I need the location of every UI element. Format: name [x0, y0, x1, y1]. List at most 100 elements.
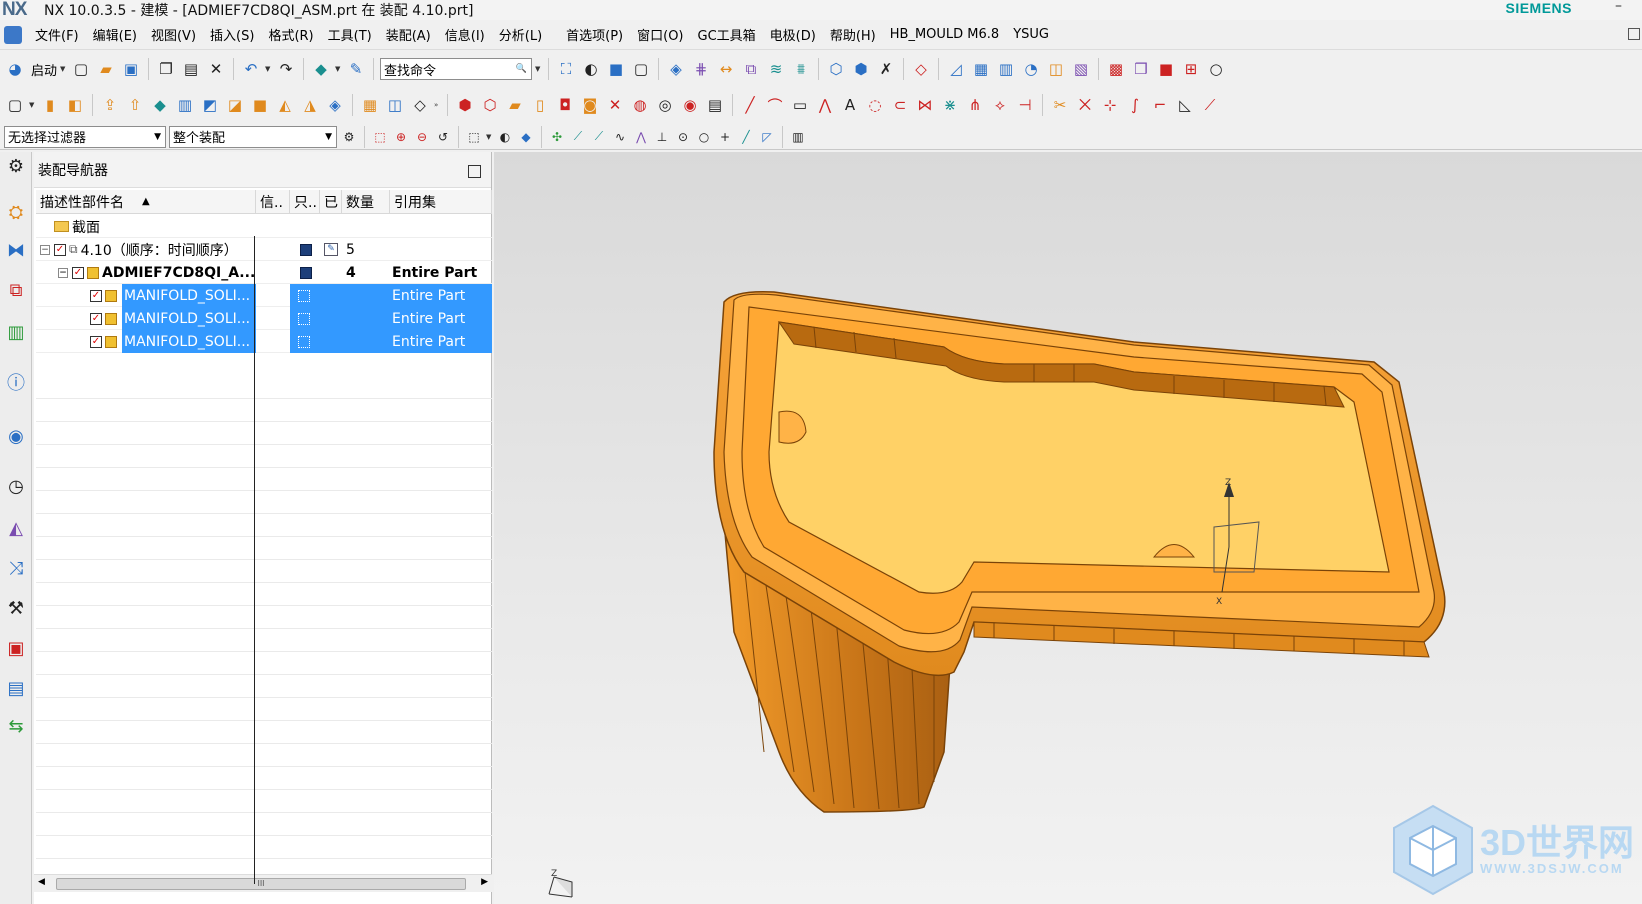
menu-analysis[interactable]: 分析(L) — [492, 25, 549, 44]
menu-format[interactable]: 格式(R) — [261, 25, 320, 44]
delete-icon[interactable]: ✕ — [205, 58, 227, 80]
render-style-icon[interactable]: ◐ — [580, 58, 602, 80]
blend-icon[interactable]: ◭ — [274, 94, 296, 116]
shell-icon[interactable]: ◪ — [224, 94, 246, 116]
touch-mode-icon[interactable]: ✎ — [345, 58, 367, 80]
face-split-icon[interactable]: ◍ — [629, 94, 651, 116]
layer-icon[interactable]: ◇ — [910, 58, 932, 80]
extract-icon[interactable]: ◉ — [679, 94, 701, 116]
column-header-count[interactable]: 数量 — [342, 190, 390, 214]
snap-center-icon[interactable]: ⊙ — [674, 128, 692, 146]
move-face-icon[interactable]: ⇪ — [99, 94, 121, 116]
grid-plane-icon[interactable]: ⊞ — [1180, 58, 1202, 80]
delete-face-icon[interactable]: ✗ — [875, 58, 897, 80]
undo-icon[interactable]: ↶ — [240, 58, 262, 80]
type-filter-select[interactable]: 无选择过滤器 ▼ — [4, 125, 166, 148]
column-header-modified[interactable]: 已 — [320, 190, 342, 214]
menu-ysug[interactable]: YSUG — [1006, 27, 1056, 42]
chevron-down-icon[interactable]: ▼ — [325, 132, 332, 142]
menu-window[interactable]: 窗口(O) — [630, 25, 690, 44]
chevron-down-icon[interactable]: ▼ — [335, 65, 342, 73]
tree-row-root[interactable]: − ✓ ⧉ 4.10（顺序：时间顺序） ✎ 5 — [36, 238, 492, 261]
assembly-navigator-icon[interactable]: ⛭ — [4, 200, 28, 224]
deviation-icon[interactable]: ⩩ — [790, 58, 812, 80]
wave-link-icon[interactable]: ◎ — [654, 94, 676, 116]
offset-surface-icon[interactable]: ◫ — [1045, 58, 1067, 80]
snap-bounded-grid-icon[interactable]: ▥ — [789, 128, 807, 146]
snap-enable-icon[interactable]: ✣ — [548, 128, 566, 146]
collapse-icon[interactable]: − — [40, 244, 50, 255]
trim-body-icon[interactable]: ◩ — [199, 94, 221, 116]
rectangle-select-icon[interactable]: ⬚ — [465, 128, 483, 146]
patch-icon[interactable]: ◙ — [579, 94, 601, 116]
web-browser-icon[interactable]: ◉ — [4, 424, 28, 448]
rectangle-icon[interactable]: ▭ — [789, 94, 811, 116]
scroll-right-icon[interactable]: ▶ — [481, 877, 488, 887]
system-scene-icon[interactable]: ▤ — [4, 676, 28, 700]
paste-icon[interactable]: ▤ — [180, 58, 202, 80]
column-header-part-name[interactable]: 描述性部件名 ▲ — [36, 190, 256, 214]
tree-row-component[interactable]: ✓ MANIFOLD_SOLI... Entire Part — [36, 330, 492, 353]
tree-row-component[interactable]: ✓ MANIFOLD_SOLI... Entire Part — [36, 307, 492, 330]
menu-assembly[interactable]: 装配(A) — [379, 25, 438, 44]
red-cube-icon[interactable]: ■ — [1155, 58, 1177, 80]
grid-icon[interactable]: ⋕ — [690, 58, 712, 80]
arc-icon[interactable]: ⌒ — [764, 94, 786, 116]
select-body-icon[interactable]: ◆ — [517, 128, 535, 146]
snap-endpoint-icon[interactable]: ⟋ — [569, 128, 587, 146]
chevron-down-icon[interactable]: ▼ — [535, 65, 542, 73]
new-file-icon[interactable]: ▢ — [70, 58, 92, 80]
fit-view-icon[interactable]: ⛶ — [555, 58, 577, 80]
background-icon[interactable]: ▢ — [630, 58, 652, 80]
trim-corner-icon[interactable]: ⊹ — [1099, 94, 1121, 116]
sew-icon[interactable]: ◘ — [554, 94, 576, 116]
checkbox-checked-icon[interactable]: ✓ — [72, 266, 84, 279]
roles-icon[interactable]: ▣ — [4, 636, 28, 660]
add-filter-icon[interactable]: ⊕ — [392, 128, 410, 146]
measure-body-icon[interactable]: ⧉ — [740, 58, 762, 80]
curve-length-icon[interactable]: ∫ — [1124, 94, 1146, 116]
split-body-icon[interactable]: ▥ — [174, 94, 196, 116]
start-button[interactable]: 启动 — [31, 60, 57, 79]
snap-intersection-icon[interactable]: ⊥ — [653, 128, 671, 146]
cube-icon[interactable]: ⬡ — [825, 58, 847, 80]
delete-body-icon[interactable]: ⬡ — [479, 94, 501, 116]
analyze-icon[interactable]: ≋ — [765, 58, 787, 80]
draft-icon[interactable]: ◈ — [324, 94, 346, 116]
snap-curve-icon[interactable]: ∿ — [611, 128, 629, 146]
snap-midpoint-icon[interactable]: ⟋ — [590, 128, 608, 146]
command-search-input[interactable]: 查找命令 🔍 — [380, 58, 533, 80]
mesh-surface-icon[interactable]: ▦ — [970, 58, 992, 80]
isoparametric-icon[interactable]: ⋔ — [964, 94, 986, 116]
combined-projection-icon[interactable]: ⟡ — [989, 94, 1011, 116]
maximize-icon[interactable] — [468, 165, 481, 178]
system-materials-icon[interactable]: ◭ — [4, 516, 28, 540]
menu-electrode[interactable]: 电极(D) — [763, 25, 823, 44]
history-icon[interactable]: ◷ — [4, 474, 28, 498]
chevron-down-icon[interactable]: ▼ — [29, 101, 36, 109]
thicken-icon[interactable]: ▤ — [704, 94, 726, 116]
line-icon[interactable]: ╱ — [739, 94, 761, 116]
constraint-navigator-icon[interactable]: ⧓ — [4, 238, 28, 262]
text-icon[interactable]: A — [839, 94, 861, 116]
trim-surface-icon[interactable]: ▧ — [1070, 58, 1092, 80]
mold-icon[interactable]: ▩ — [1105, 58, 1127, 80]
redo-icon[interactable]: ↷ — [275, 58, 297, 80]
tree-row-assembly[interactable]: − ✓ ADMIEF7CD8QI_A... 4 Entire Part — [36, 261, 492, 284]
remove-filter-icon[interactable]: ⊖ — [413, 128, 431, 146]
tree-row-sections[interactable]: 截面 — [36, 215, 492, 238]
column-header-readonly[interactable]: 只.. — [290, 190, 320, 214]
assembly-filter-icon[interactable]: ⚙ — [340, 128, 358, 146]
offset-curve-icon[interactable]: ◌ — [864, 94, 886, 116]
copy-icon[interactable]: ❐ — [155, 58, 177, 80]
checkbox-checked-icon[interactable]: ✓ — [54, 243, 66, 256]
part-navigator-icon[interactable]: ⧉ — [4, 278, 28, 302]
box-icon[interactable]: ❒ — [1130, 58, 1152, 80]
through-curves-icon[interactable]: ▥ — [995, 58, 1017, 80]
pattern-icon[interactable]: ▦ — [359, 94, 381, 116]
menu-tools[interactable]: 工具(T) — [321, 25, 379, 44]
reuse-library-icon[interactable]: ▥ — [4, 320, 28, 344]
manufacturing-wizards-icon[interactable]: ⚒ — [4, 596, 28, 620]
menu-help[interactable]: 帮助(H) — [823, 25, 883, 44]
save-icon[interactable]: ▣ — [120, 58, 142, 80]
